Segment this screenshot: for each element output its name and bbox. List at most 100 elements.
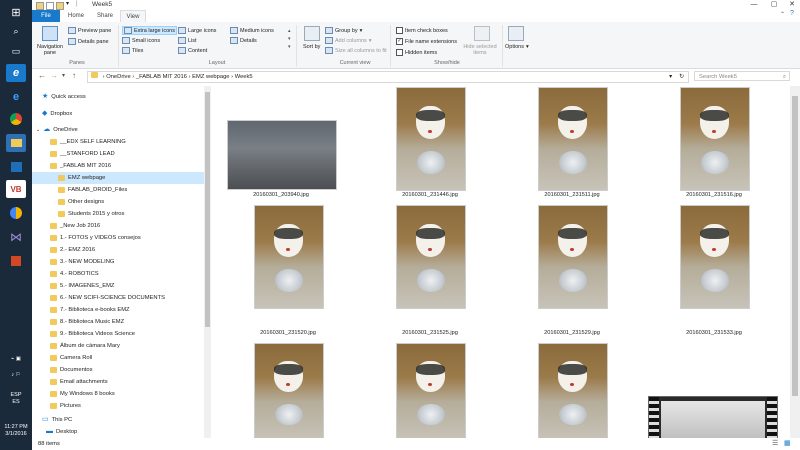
nav-onedrive[interactable]: ⌄ ☁ OneDrive bbox=[36, 124, 78, 136]
help-icon[interactable]: ? bbox=[790, 10, 794, 17]
image-thumbnail[interactable] bbox=[254, 205, 324, 309]
nav-folder-item[interactable]: My Windows 8 books bbox=[32, 388, 204, 400]
nav-folder-item[interactable]: EMZ webpage bbox=[32, 172, 204, 184]
layout-details[interactable]: Details bbox=[230, 37, 257, 44]
properties-icon[interactable] bbox=[46, 2, 54, 10]
sort-by-button[interactable]: Sort by bbox=[303, 44, 321, 50]
quick-access-dropdown-icon[interactable]: ▾ bbox=[66, 0, 69, 7]
options-button[interactable]: Options ▾ bbox=[505, 44, 529, 50]
group-by-button[interactable]: Group by ▾ bbox=[325, 27, 362, 34]
maximize-button[interactable]: ▢ bbox=[764, 0, 784, 10]
edge-icon[interactable]: e bbox=[6, 64, 26, 82]
details-pane-button[interactable]: Details pane bbox=[68, 38, 109, 45]
start-icon[interactable]: ⊞ bbox=[6, 3, 26, 21]
nav-folder-item[interactable]: __EDX SELF LEARNING bbox=[32, 136, 204, 148]
ribbon-collapse-icon[interactable]: ⌃ bbox=[780, 11, 785, 18]
nav-folder-item[interactable]: Other designs bbox=[32, 196, 204, 208]
task-view-icon[interactable]: ▭ bbox=[6, 42, 26, 60]
image-thumbnail[interactable] bbox=[680, 205, 750, 309]
nav-folder-item[interactable]: 1.- FOTOS y VIDEOS consejos bbox=[32, 232, 204, 244]
clock[interactable]: 11:27 PM 3/1/2016 bbox=[0, 424, 32, 438]
image-thumbnail[interactable] bbox=[538, 205, 608, 309]
image-thumbnail[interactable] bbox=[396, 87, 466, 191]
internet-explorer-icon[interactable]: e bbox=[6, 88, 26, 106]
chrome-icon[interactable] bbox=[6, 110, 26, 128]
details-view-icon[interactable]: ☰ bbox=[772, 438, 778, 450]
nav-folder-item[interactable]: 5.- IMAGENES_EMZ bbox=[32, 280, 204, 292]
layout-list[interactable]: List bbox=[178, 37, 197, 44]
tab-share[interactable]: Share bbox=[92, 10, 118, 22]
dropdown-arrow-icon[interactable]: ▾ bbox=[669, 72, 672, 82]
visual-studio-icon[interactable]: ⋈ bbox=[6, 228, 26, 246]
nav-this-pc[interactable]: ▭ This PC bbox=[42, 414, 72, 426]
image-thumbnail[interactable] bbox=[538, 343, 608, 438]
options-icon[interactable] bbox=[508, 26, 524, 41]
breadcrumb-item[interactable]: OneDrive bbox=[106, 74, 130, 80]
sort-by-icon[interactable] bbox=[304, 26, 320, 41]
breadcrumb-item[interactable]: Week5 bbox=[235, 74, 253, 80]
layout-medium-icons[interactable]: Medium icons bbox=[230, 27, 274, 34]
navigation-scrollbar[interactable] bbox=[204, 86, 211, 438]
navigation-pane-button[interactable]: Navigation pane bbox=[35, 44, 65, 56]
layout-small-icons[interactable]: Small icons bbox=[122, 37, 160, 44]
layout-extra-large-icons[interactable]: Extra large icons bbox=[122, 26, 177, 35]
nav-folder-item[interactable]: 2.- EMZ 2016 bbox=[32, 244, 204, 256]
nav-folder-item[interactable]: 3.- NEW MODELING bbox=[32, 256, 204, 268]
nav-folder-item[interactable]: Students 2015 y otros bbox=[32, 208, 204, 220]
item-check-boxes-toggle[interactable]: Item check boxes bbox=[396, 27, 448, 34]
breadcrumb-item[interactable]: _FABLAB MIT 2016 bbox=[136, 74, 187, 80]
nav-folder-item[interactable]: 9.- Biblioteca Videos Science bbox=[32, 328, 204, 340]
image-thumbnail[interactable] bbox=[254, 343, 324, 438]
minimize-button[interactable]: — bbox=[744, 0, 764, 10]
nav-desktop[interactable]: ▬ Desktop bbox=[46, 426, 77, 438]
nav-folder-item[interactable]: _FABLAB MIT 2016 bbox=[32, 160, 204, 172]
scrollbar-thumb[interactable] bbox=[205, 92, 210, 327]
close-button[interactable]: ✕ bbox=[782, 0, 800, 10]
new-folder-icon[interactable] bbox=[56, 2, 64, 10]
image-thumbnail[interactable] bbox=[538, 87, 608, 191]
nav-folder-item[interactable]: Camera Roll bbox=[32, 352, 204, 364]
file-name-extensions-toggle[interactable]: ✓ File name extensions bbox=[396, 38, 457, 45]
search-input[interactable]: Search Week5 ⌕ bbox=[694, 71, 790, 81]
language-indicator[interactable]: ESP ES bbox=[0, 392, 32, 406]
scrollbar-thumb[interactable] bbox=[792, 96, 798, 396]
office-app-icon[interactable] bbox=[6, 252, 26, 270]
content-scrollbar[interactable] bbox=[790, 86, 800, 438]
breadcrumb[interactable]: › OneDrive › _FABLAB MIT 2016 › EMZ webp… bbox=[87, 71, 689, 83]
preview-pane-button[interactable]: Preview pane bbox=[68, 27, 111, 34]
nav-folder-item[interactable]: _New Job 2016 bbox=[32, 220, 204, 232]
navigation-pane-icon[interactable] bbox=[42, 26, 58, 41]
recent-locations-icon[interactable]: ▾ bbox=[62, 72, 65, 79]
nav-folder-item[interactable]: 4.- ROBOTICS bbox=[32, 268, 204, 280]
hide-selected-icon[interactable] bbox=[474, 26, 490, 41]
nav-folder-item[interactable]: 6.- NEW SCIFI-SCIENCE DOCUMENTS bbox=[32, 292, 204, 304]
image-thumbnail[interactable] bbox=[396, 343, 466, 438]
image-thumbnail[interactable] bbox=[396, 205, 466, 309]
nav-folder-item[interactable]: 8.- Biblioteca Music EMZ bbox=[32, 316, 204, 328]
nav-folder-item[interactable]: FABLAB_DROID_Files bbox=[32, 184, 204, 196]
app-vb-icon[interactable]: VB bbox=[6, 180, 26, 198]
nav-folder-item[interactable]: 7.- Biblioteca e-books EMZ bbox=[32, 304, 204, 316]
nav-dropbox[interactable]: ◆ Dropbox bbox=[42, 108, 72, 120]
hidden-items-toggle[interactable]: Hidden items bbox=[396, 49, 437, 56]
image-thumbnail[interactable] bbox=[227, 120, 337, 190]
store-icon[interactable] bbox=[6, 158, 26, 176]
breadcrumb-item[interactable]: EMZ webpage bbox=[192, 74, 229, 80]
file-explorer-icon[interactable] bbox=[6, 134, 26, 152]
image-thumbnail[interactable] bbox=[680, 87, 750, 191]
refresh-icon[interactable]: ↻ bbox=[679, 72, 684, 82]
layout-large-icons[interactable]: Large icons bbox=[178, 27, 216, 34]
hide-selected-button[interactable]: Hide selected items bbox=[460, 44, 500, 56]
tab-home[interactable]: Home bbox=[62, 10, 90, 22]
search-icon[interactable]: ⌕ bbox=[6, 22, 26, 40]
volume-icon[interactable]: ♪ ⚐ bbox=[0, 372, 32, 379]
nav-folder-item[interactable]: Pictures bbox=[32, 400, 204, 412]
chrome-canary-icon[interactable] bbox=[6, 204, 26, 222]
add-columns-button[interactable]: Add columns ▾ bbox=[325, 37, 372, 44]
large-icons-view-icon[interactable]: ▦ bbox=[784, 438, 791, 450]
layout-content[interactable]: Content bbox=[178, 47, 207, 54]
forward-icon[interactable]: → bbox=[50, 71, 58, 80]
nav-quick-access[interactable]: ★ Quick access bbox=[42, 91, 86, 103]
nav-folder-item[interactable]: __STANFORD LEAD bbox=[32, 148, 204, 160]
size-all-columns-button[interactable]: Size all columns to fit bbox=[325, 47, 387, 54]
